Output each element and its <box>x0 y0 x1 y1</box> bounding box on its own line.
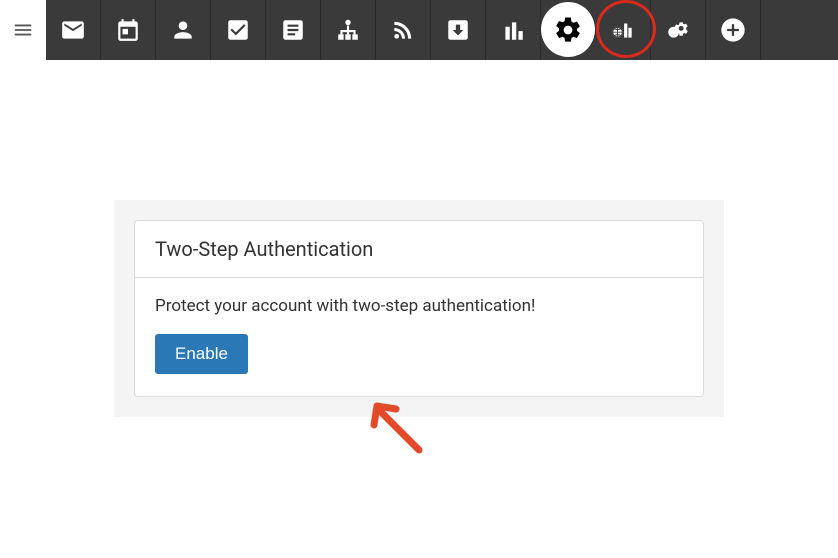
card-body: Protect your account with two-step authe… <box>135 278 703 396</box>
enable-button[interactable]: Enable <box>155 334 248 374</box>
nav-feeds[interactable] <box>376 0 431 60</box>
nav-bar <box>46 0 838 60</box>
bar-chart-icon <box>500 17 526 43</box>
card-title: Two-Step Authentication <box>135 221 703 278</box>
document-icon <box>280 17 306 43</box>
card-description: Protect your account with two-step authe… <box>155 296 683 316</box>
nav-contacts[interactable] <box>156 0 211 60</box>
nav-notes[interactable] <box>266 0 321 60</box>
nav-add[interactable] <box>706 0 761 60</box>
nav-web-settings[interactable] <box>651 0 706 60</box>
add-circle-icon <box>719 16 747 44</box>
hamburger-icon <box>12 19 34 41</box>
nav-org[interactable] <box>321 0 376 60</box>
nav-calendar[interactable] <box>101 0 156 60</box>
red-arrow-annotation <box>364 395 444 475</box>
nav-settings[interactable] <box>541 2 596 57</box>
nav-download[interactable] <box>431 0 486 60</box>
rss-icon <box>390 17 416 43</box>
person-icon <box>170 17 196 43</box>
settings-panel: Two-Step Authentication Protect your acc… <box>114 200 724 417</box>
nav-web-stats[interactable] <box>596 0 651 60</box>
content-area: Two-Step Authentication Protect your acc… <box>0 60 838 417</box>
nav-tasks[interactable] <box>211 0 266 60</box>
calendar-icon <box>115 17 141 43</box>
mail-icon <box>60 17 86 43</box>
globe-gear-icon <box>665 17 691 43</box>
hierarchy-icon <box>335 17 361 43</box>
download-box-icon <box>445 17 471 43</box>
hamburger-button[interactable] <box>0 0 46 60</box>
topbar <box>0 0 838 60</box>
globe-chart-icon <box>610 17 636 43</box>
nav-stats[interactable] <box>486 0 541 60</box>
nav-spacer <box>761 0 838 60</box>
checkbox-icon <box>225 17 251 43</box>
nav-mail[interactable] <box>46 0 101 60</box>
two-step-card: Two-Step Authentication Protect your acc… <box>134 220 704 397</box>
gear-icon <box>553 15 583 45</box>
